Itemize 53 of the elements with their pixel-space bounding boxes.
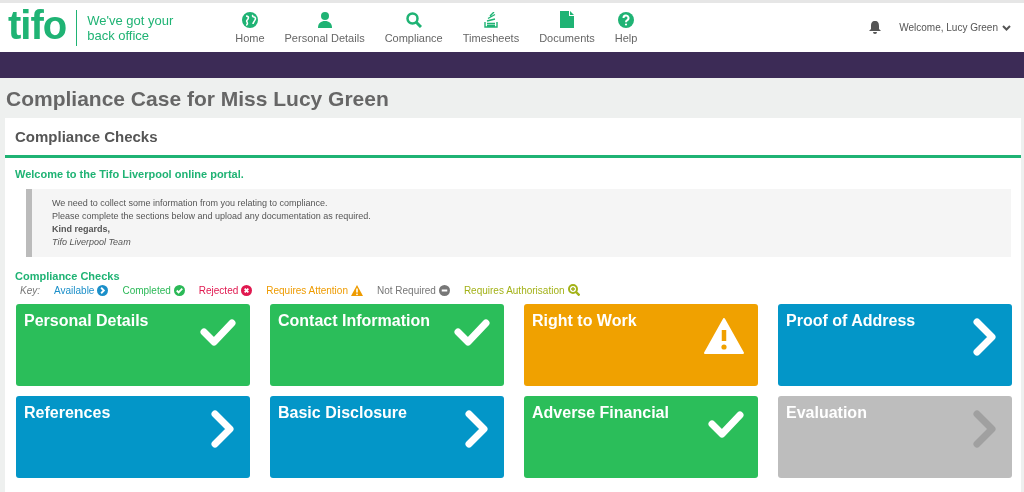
nav-link[interactable]: Help [604,3,648,52]
bell-icon[interactable] [869,21,882,34]
rejected-status-icon [241,284,253,296]
stack-icon [482,11,499,28]
available-status-icon [97,284,109,296]
chevron-right-icon [210,410,236,448]
document-icon [560,11,574,28]
legend-label: Not Required [376,284,436,296]
page-title: Compliance Case for Miss Lucy Green [5,86,390,112]
legend-label: Available [54,284,95,296]
check-tile[interactable]: Contact Information [270,304,504,386]
legend-label: Completed [122,284,171,296]
help-icon [618,11,635,28]
completed-status-icon [173,284,185,296]
nav-link[interactable]: Home [225,3,275,52]
checkmark-icon [708,410,744,438]
checkmark-icon [200,318,236,346]
warning-icon [350,284,363,296]
tagline: We've got your back office [87,12,175,43]
message-text: We need to collect some information from you relating to compliance. [52,197,329,210]
nav-link[interactable]: Timesheets [452,3,530,52]
check-tile[interactable]: References [16,396,250,478]
check-tile[interactable]: Right to Work [524,304,758,386]
check-tile[interactable]: Adverse Financial [524,396,758,478]
globe-icon [241,11,258,28]
panel-title: Compliance Checks [15,128,158,145]
nav-link[interactable]: Compliance [374,3,453,52]
key-label: Key: [20,284,40,296]
warning-icon [704,318,744,354]
check-tile[interactable]: Personal Details [16,304,250,386]
signature-text: Tifo Liverpool Team [52,236,132,249]
checkmark-icon [454,318,490,346]
check-tile[interactable]: Evaluation [778,396,1012,478]
person-icon [317,11,332,28]
logo: tifo [8,4,67,45]
check-tile[interactable]: Proof of Address [778,304,1012,386]
chevron-down-icon [1002,24,1011,31]
nav-link[interactable]: Personal Details [274,3,375,52]
chevron-right-icon [464,410,490,448]
closing-text: Kind regards, [52,223,111,236]
zoom-in-icon [567,284,580,296]
welcome-heading: Welcome to the Tifo Liverpool online portal. [15,168,245,180]
check-tile[interactable]: Basic Disclosure [270,396,504,478]
legend-label: Rejected [198,284,239,296]
legend-label: Requires Authorisation [463,284,565,296]
user-menu[interactable]: Welcome, Lucy Green [899,22,1011,33]
search-icon [405,11,422,28]
chevron-right-icon [972,318,998,356]
nav-link[interactable]: Documents [529,3,605,52]
section-heading: Compliance Checks [15,270,121,282]
chevron-right-icon [972,410,998,448]
legend-label: Requires Attention [266,284,348,296]
message-text: Please complete the sections below and upload any documentation as required. [52,210,372,223]
